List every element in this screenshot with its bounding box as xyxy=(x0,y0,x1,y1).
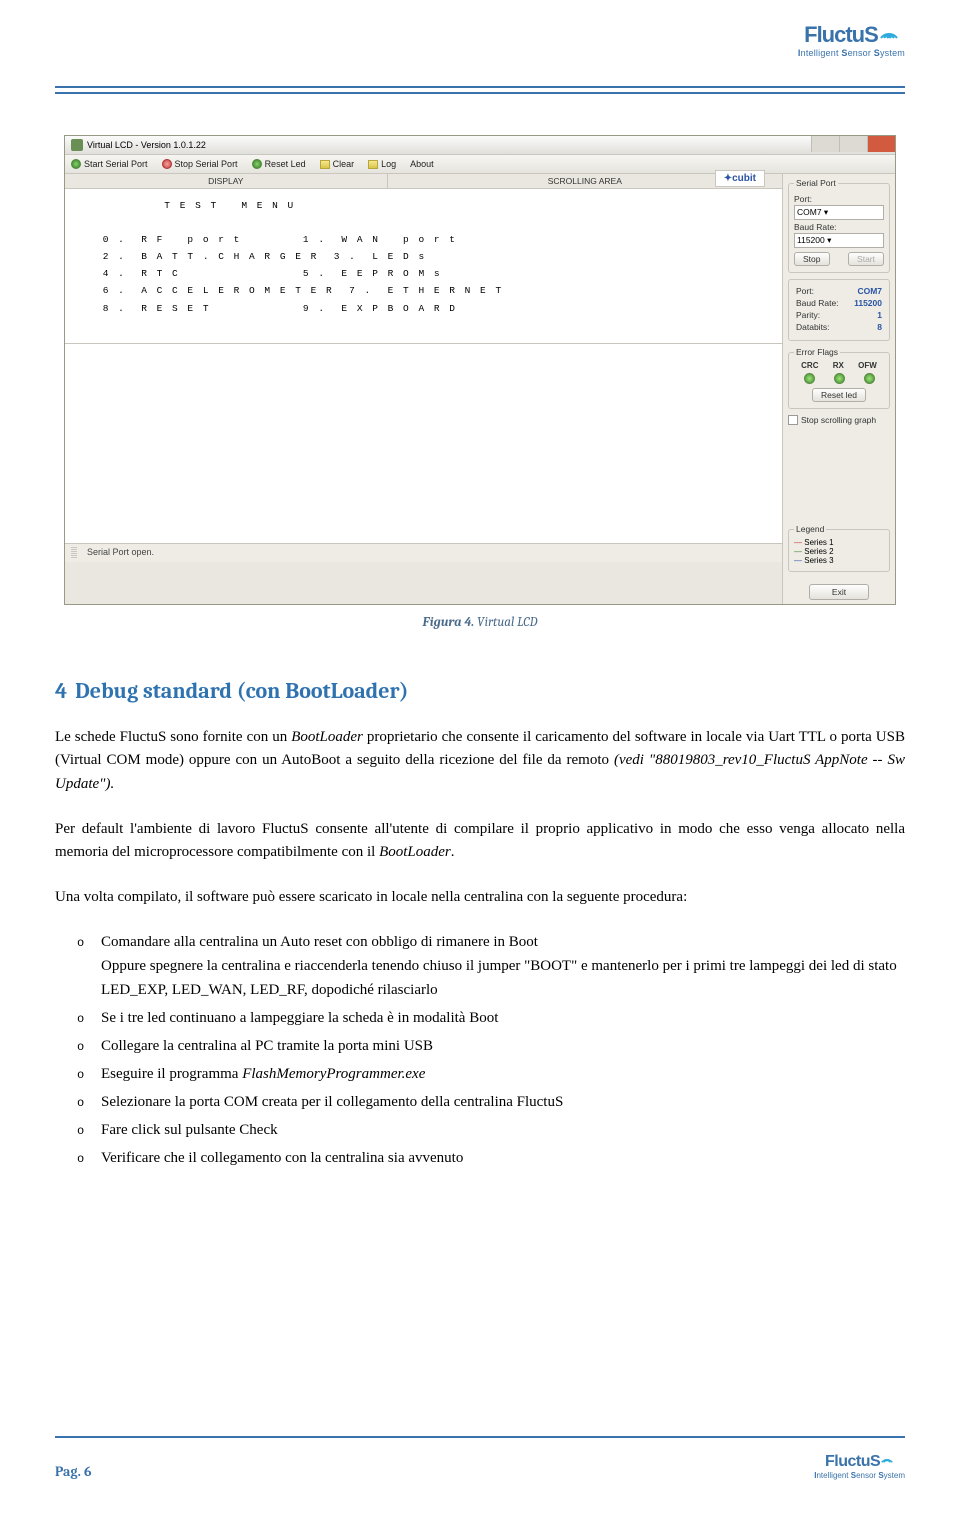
list-item: Eseguire il programma FlashMemoryProgram… xyxy=(55,1062,905,1086)
log-icon xyxy=(368,160,378,169)
footer-rule xyxy=(55,1436,905,1438)
clear-icon xyxy=(320,160,330,169)
stop-serial-button[interactable]: Stop Serial Port xyxy=(162,159,238,169)
paragraph-2: Per default l'ambiente di lavoro FluctuS… xyxy=(55,818,905,865)
brand-name: FluctuS xyxy=(804,22,878,48)
app-icon xyxy=(71,139,83,151)
window-controls[interactable] xyxy=(811,136,895,152)
reset-icon xyxy=(252,159,262,169)
stop-button[interactable]: Stop xyxy=(794,252,830,266)
display-column-header: DISPLAY xyxy=(65,174,388,188)
baud-label: Baud Rate: xyxy=(794,222,884,232)
stop-icon xyxy=(162,159,172,169)
reset-led-button[interactable]: Reset Led xyxy=(252,159,306,169)
section-heading: 4Debug standard (con BootLoader) xyxy=(55,678,905,704)
app-screenshot: Virtual LCD - Version 1.0.1.22 Start Ser… xyxy=(64,135,896,605)
header-rule xyxy=(55,92,905,94)
baud-select[interactable]: 115200 ▾ xyxy=(794,233,884,248)
error-flags-group: Error Flags CRCRXOFW Reset led xyxy=(788,347,890,409)
list-item: Selezionare la porta COM creata per il c… xyxy=(55,1090,905,1114)
scrolling-area xyxy=(65,344,782,544)
rx-led xyxy=(834,373,845,384)
wifi-icon xyxy=(879,22,899,48)
list-item: Fare click sul pulsante Check xyxy=(55,1118,905,1142)
port-label: Port: xyxy=(794,194,884,204)
legend-group: Legend — Series 1 — Series 2 — Series 3 xyxy=(788,524,890,572)
status-bar: Serial Port open. xyxy=(65,544,782,562)
window-titlebar: Virtual LCD - Version 1.0.1.22 xyxy=(65,136,895,155)
play-icon xyxy=(71,159,81,169)
page-number: Pag. 6 xyxy=(55,1463,91,1480)
ofw-led xyxy=(864,373,875,384)
minimize-button[interactable] xyxy=(811,136,839,152)
window-title: Virtual LCD - Version 1.0.1.22 xyxy=(87,140,206,150)
list-item: Collegare la centralina al PC tramite la… xyxy=(55,1034,905,1058)
brand-tagline: Intelligent Sensor System xyxy=(798,48,905,58)
list-item: Comandare alla centralina un Auto reset … xyxy=(55,930,905,1002)
port-select[interactable]: COM7 ▾ xyxy=(794,205,884,220)
column-headers: DISPLAY SCROLLING AREA xyxy=(65,174,782,189)
start-button[interactable]: Start xyxy=(848,252,884,266)
log-button[interactable]: Log xyxy=(368,159,396,169)
cubit-logo: ✦cubit xyxy=(715,170,765,187)
list-item: Se i tre led continuano a lampeggiare la… xyxy=(55,1006,905,1030)
connection-status: Port:COM7 Baud Rate:115200 Parity:1 Data… xyxy=(788,279,890,341)
clear-button[interactable]: Clear xyxy=(320,159,355,169)
serial-port-group: Serial Port Port: COM7 ▾ Baud Rate: 1152… xyxy=(788,178,890,273)
stop-scroll-checkbox[interactable]: Stop scrolling graph xyxy=(788,415,890,425)
footer-logo: FluctuS Intelligent Sensor System xyxy=(814,1453,905,1480)
paragraph-3: Una volta compilato, il software può ess… xyxy=(55,886,905,909)
header-logo: FluctuS Intelligent Sensor System xyxy=(798,22,905,58)
about-button[interactable]: About xyxy=(410,159,434,169)
reset-led-button[interactable]: Reset led xyxy=(812,388,866,402)
exit-button[interactable]: Exit xyxy=(809,584,869,600)
close-button[interactable] xyxy=(867,136,895,152)
list-item: Verificare che il collegamento con la ce… xyxy=(55,1146,905,1170)
procedure-list: Comandare alla centralina un Auto reset … xyxy=(55,930,905,1170)
maximize-button[interactable] xyxy=(839,136,867,152)
lcd-display: T E S T M E N U 0 . R F p o r t 1 . W A … xyxy=(65,189,782,344)
start-serial-button[interactable]: Start Serial Port xyxy=(71,159,148,169)
figure-caption: Figura 4. Virtual LCD xyxy=(55,615,905,630)
crc-led xyxy=(804,373,815,384)
toolbar: Start Serial Port Stop Serial Port Reset… xyxy=(65,155,895,174)
header-rule xyxy=(55,86,905,88)
paragraph-1: Le schede FluctuS sono fornite con un Bo… xyxy=(55,726,905,796)
